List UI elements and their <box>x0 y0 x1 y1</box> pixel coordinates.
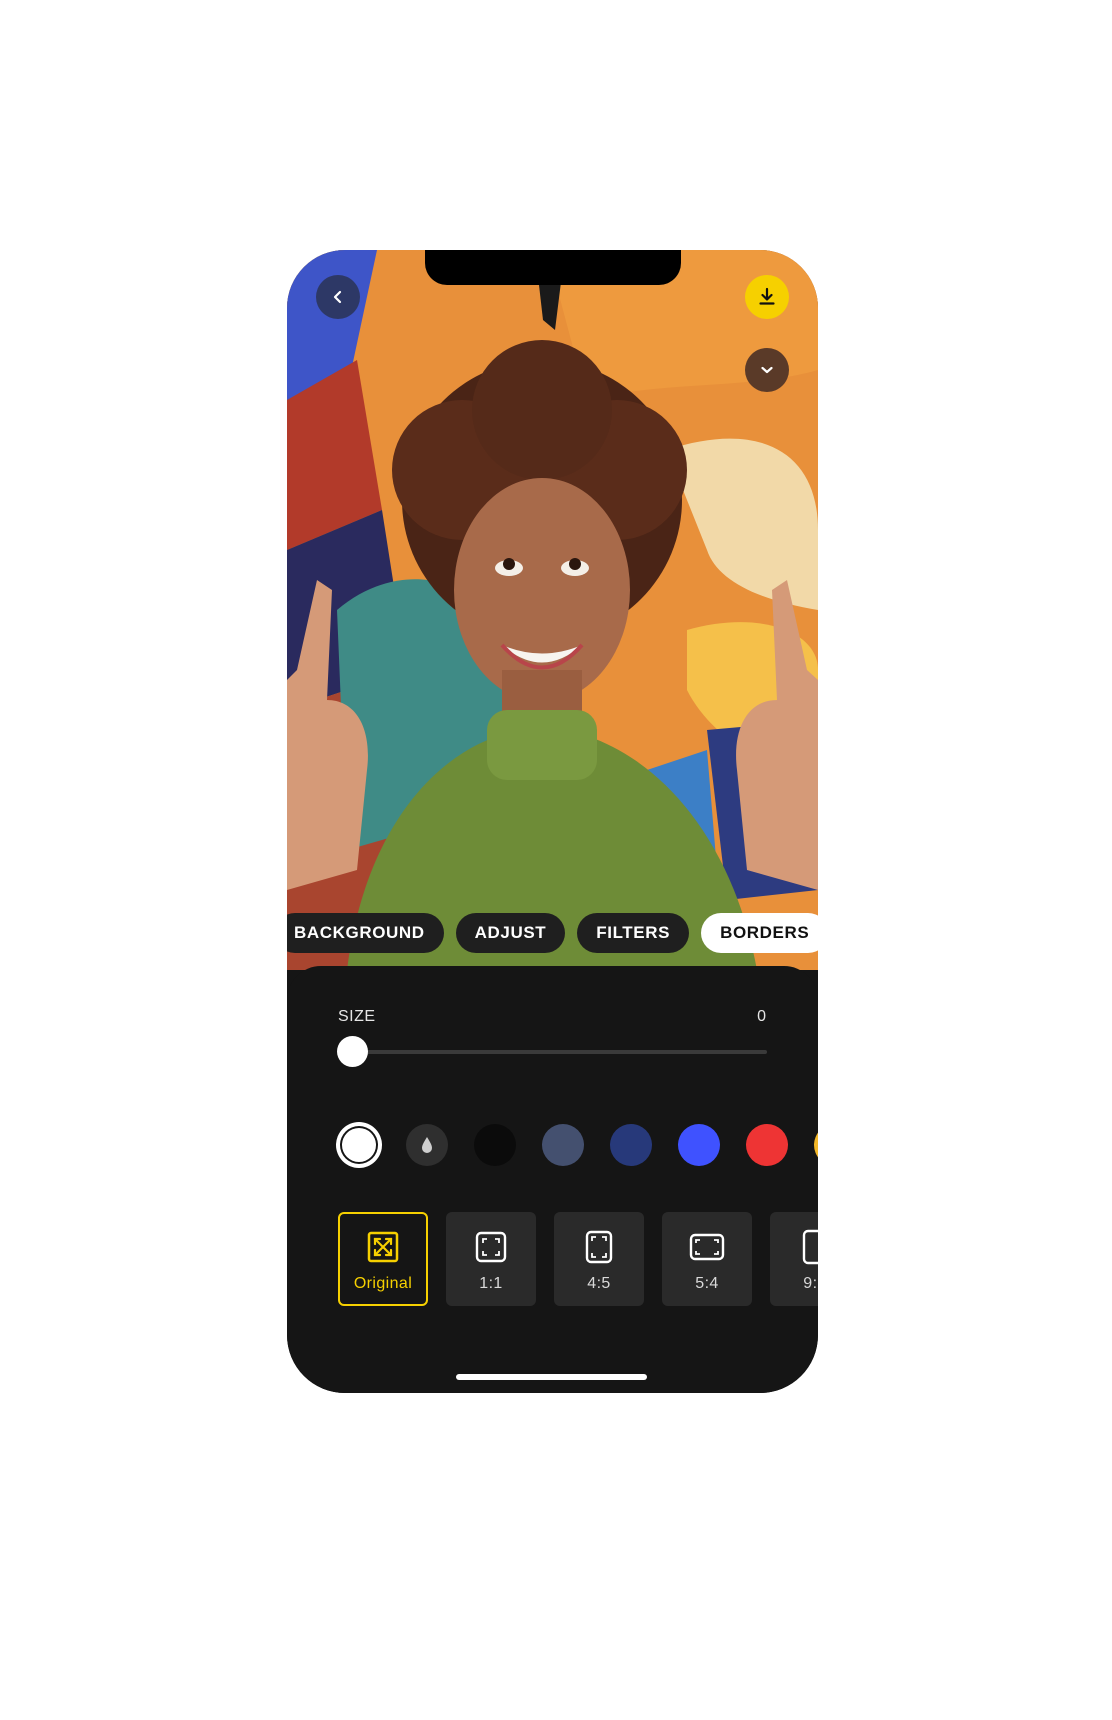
size-value: 0 <box>757 1008 766 1025</box>
home-indicator <box>456 1374 647 1380</box>
swatch-color-picker[interactable] <box>406 1124 448 1166</box>
ratio-1-1[interactable]: 1:1 <box>446 1212 536 1306</box>
download-button[interactable] <box>745 275 789 319</box>
ratio-1-1-label: 1:1 <box>479 1275 503 1292</box>
ratio-4-5[interactable]: 4:5 <box>554 1212 644 1306</box>
portrait-photo <box>287 250 818 970</box>
tab-adjust[interactable]: ADJUST <box>455 913 566 953</box>
ratio-9-16[interactable]: 9:1 <box>770 1212 818 1306</box>
ratio-original[interactable]: Original <box>338 1212 428 1306</box>
chevron-down-icon <box>761 366 773 374</box>
swatch-red[interactable] <box>746 1124 788 1166</box>
ratio-5-4[interactable]: 5:4 <box>662 1212 752 1306</box>
square-frame-icon <box>475 1231 507 1263</box>
tab-borders[interactable]: BORDERS <box>701 913 818 953</box>
landscape-frame-icon <box>689 1233 725 1261</box>
photo-preview[interactable] <box>287 250 818 970</box>
size-slider-thumb[interactable] <box>337 1036 368 1067</box>
editor-tabs: BACKGROUND ADJUST FILTERS BORDERS <box>287 913 818 953</box>
tall-frame-icon <box>802 1229 818 1265</box>
aspect-ratio-options: Original 1:1 4:5 5:4 9: <box>338 1212 818 1308</box>
color-swatches <box>338 1124 818 1172</box>
portrait-frame-icon <box>585 1230 613 1264</box>
ratio-5-4-label: 5:4 <box>695 1275 719 1292</box>
swatch-slate[interactable] <box>542 1124 584 1166</box>
size-slider-track[interactable] <box>338 1050 767 1054</box>
ratio-original-label: Original <box>353 1275 413 1292</box>
ratio-4-5-label: 4:5 <box>587 1275 611 1292</box>
swatch-white[interactable] <box>340 1126 378 1164</box>
drop-icon <box>422 1137 432 1153</box>
swatch-yellow[interactable] <box>814 1124 818 1166</box>
expand-icon <box>367 1231 399 1263</box>
notch <box>425 250 681 285</box>
size-label: SIZE <box>338 1008 376 1025</box>
download-icon <box>759 287 775 305</box>
borders-panel: SIZE 0 Original 1:1 4:5 5:4 9: <box>287 966 818 1393</box>
tab-background[interactable]: BACKGROUND <box>287 913 444 953</box>
collapse-button[interactable] <box>745 348 789 392</box>
swatch-navy[interactable] <box>610 1124 652 1166</box>
chevron-left-icon <box>333 290 342 304</box>
tab-filters[interactable]: FILTERS <box>577 913 690 953</box>
swatch-blue[interactable] <box>678 1124 720 1166</box>
swatch-black[interactable] <box>474 1124 516 1166</box>
back-button[interactable] <box>316 275 360 319</box>
ratio-9-16-label: 9:1 <box>803 1275 818 1292</box>
phone-screen: BACKGROUND ADJUST FILTERS BORDERS SIZE 0 <box>287 250 818 1393</box>
